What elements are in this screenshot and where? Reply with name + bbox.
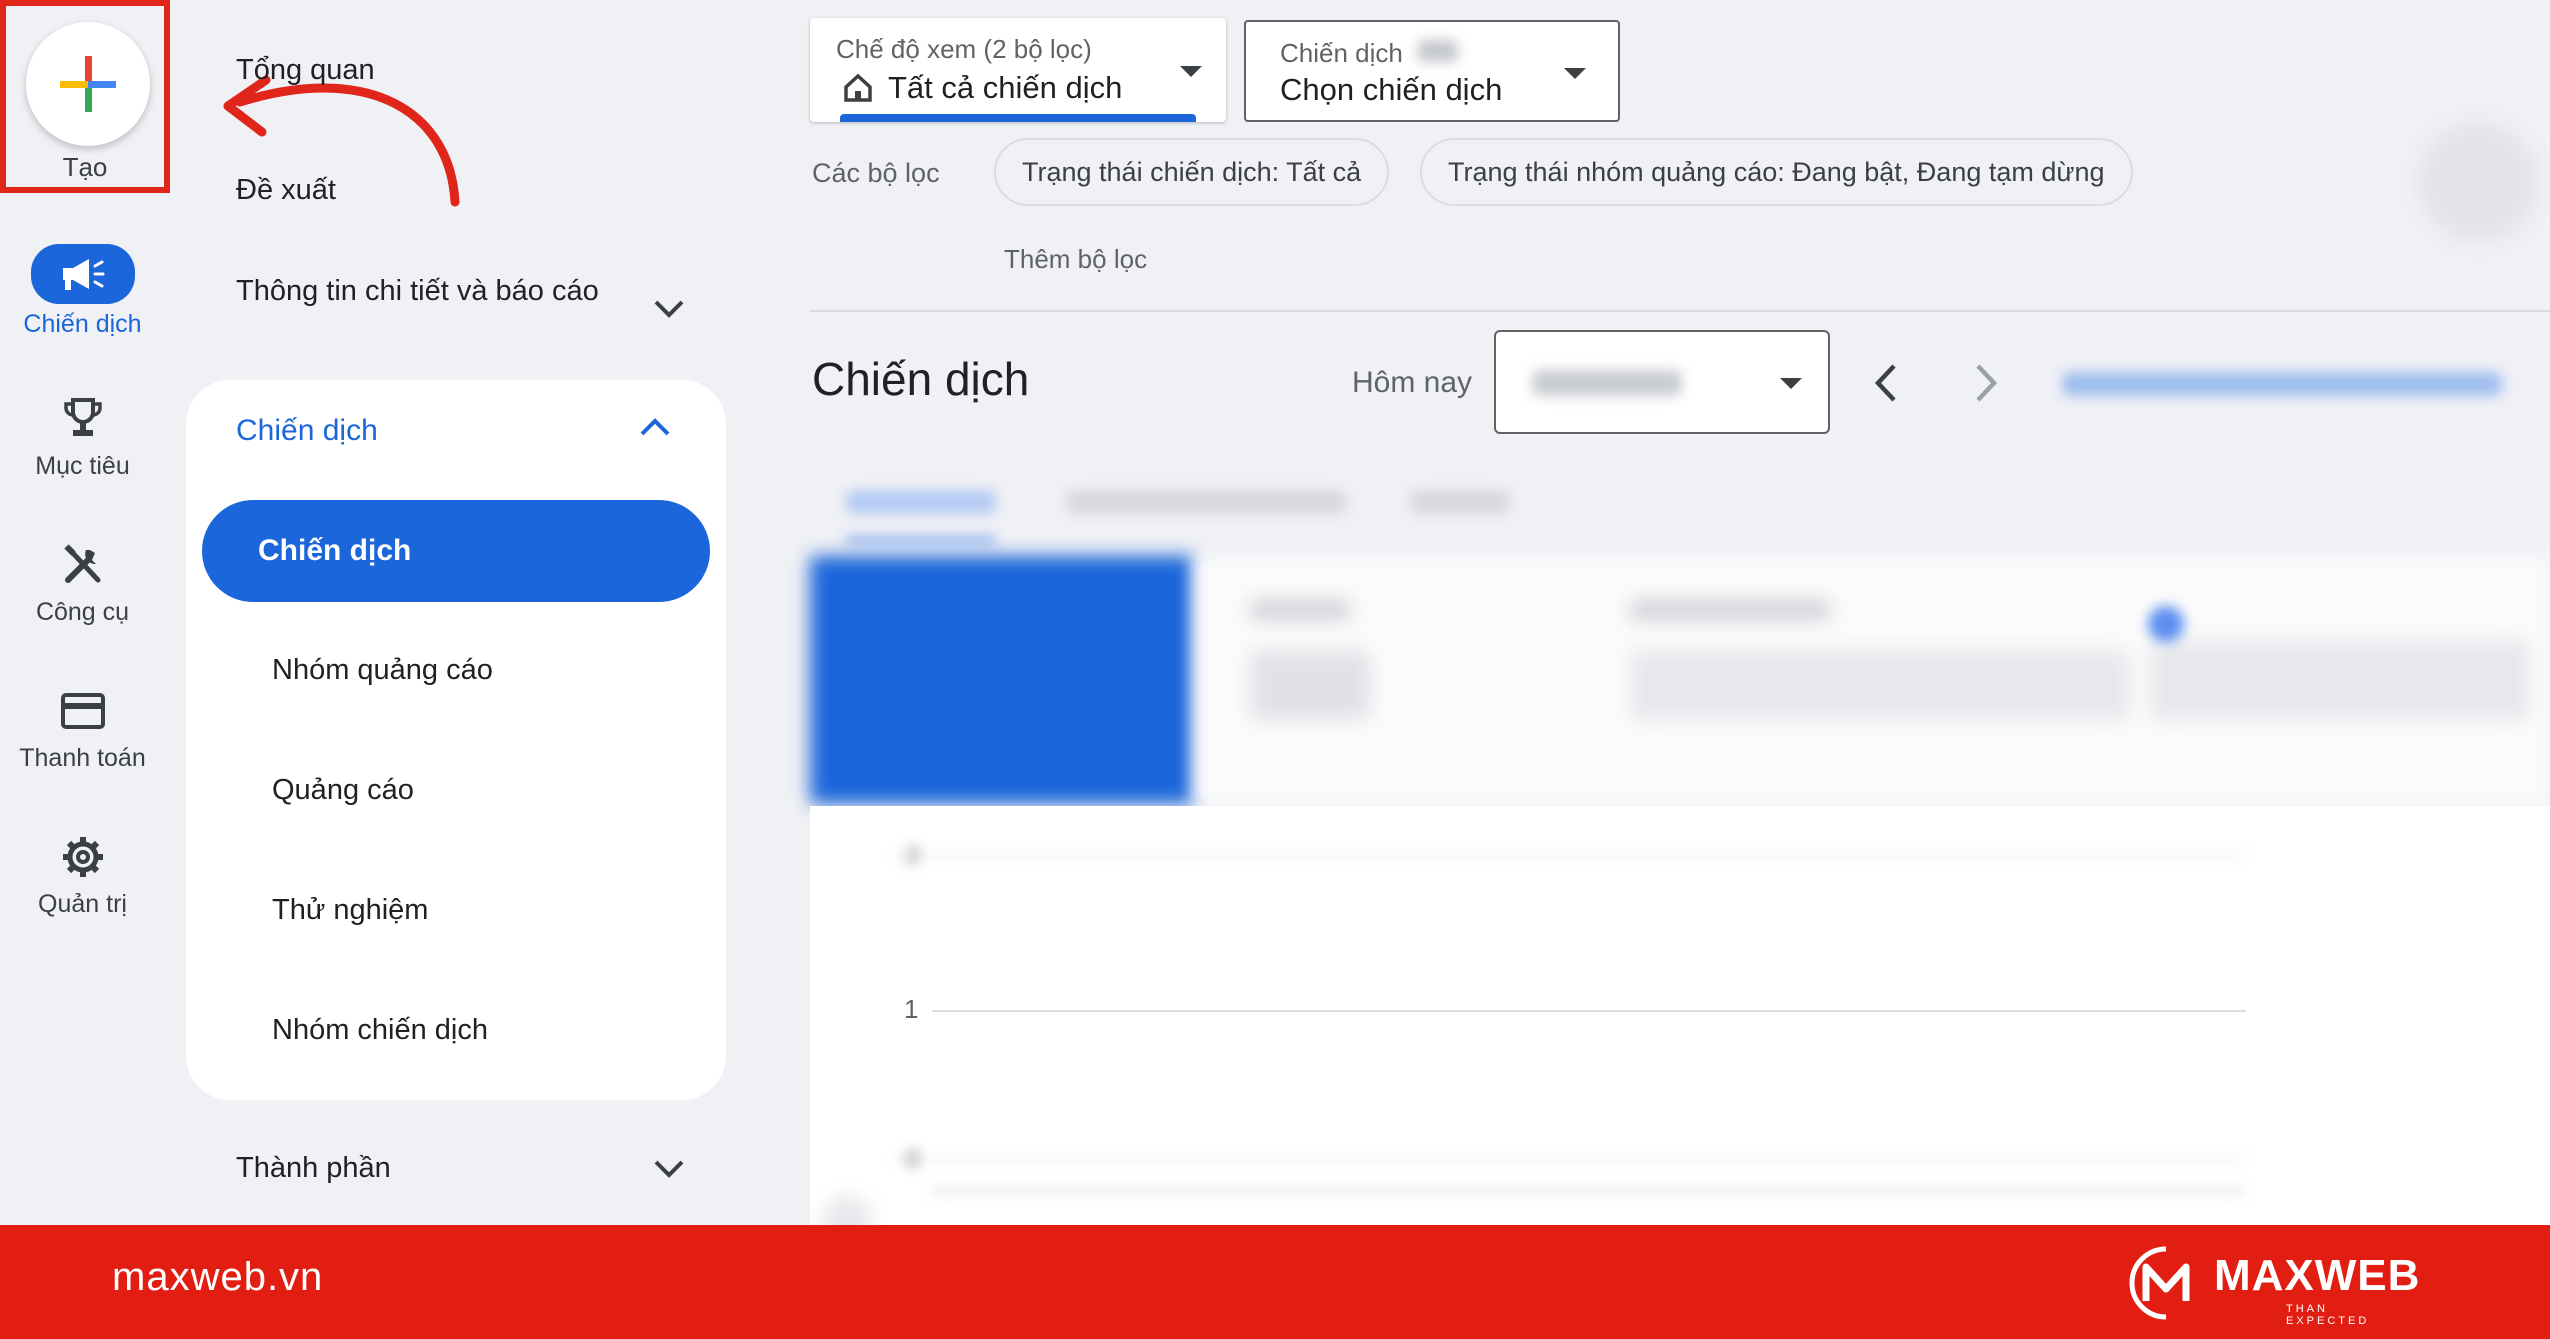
nav-item-insights[interactable]: Thông tin chi tiết và báo cáo [236, 270, 626, 312]
campaign-picker[interactable]: Chiến dịch Chọn chiến dịch [1244, 20, 1620, 122]
dropdown-arrow-icon [1564, 68, 1586, 79]
secondary-nav: Tổng quan Đề xuất Thông tin chi tiết và … [186, 0, 746, 1225]
rail-item-label: Công cụ [35, 598, 130, 626]
y-tick-label: 0 [906, 1146, 920, 1173]
redacted-value [1630, 650, 2130, 720]
rail-item-label: Chiến dịch [23, 310, 142, 338]
create-button[interactable] [26, 22, 150, 146]
footer-banner: maxweb.vn MAXWEB THAN EXPECTED [0, 1225, 2550, 1339]
dropdown-arrow-icon [1180, 66, 1202, 77]
nav-subitem-campaign-groups[interactable]: Nhóm chiến dịch [272, 1014, 488, 1047]
scorecard-selected[interactable] [810, 556, 1194, 804]
rail-item-goals[interactable]: Mục tiêu [0, 392, 165, 481]
rail-item-campaigns[interactable]: Chiến dịch [0, 244, 165, 339]
gear-icon [50, 830, 116, 884]
campaigns-group-card: Chiến dịch Chiến dịch Nhóm quảng cáo Quả… [186, 380, 726, 1100]
create-label: Tạo [62, 152, 108, 182]
filter-chip-adgroup-status[interactable]: Trạng thái nhóm quảng cáo: Đang bật, Đan… [1420, 138, 2133, 206]
tools-icon [50, 538, 116, 592]
view-mode-caption: Chế độ xem (2 bộ lọc) [836, 34, 1092, 64]
maxweb-logo-icon [2129, 1246, 2190, 1320]
create-highlight-box: Tạo [0, 0, 170, 193]
y-tick-label: 2 [906, 842, 920, 869]
view-mode-value: Tất cả chiến dịch [888, 70, 1123, 105]
campaign-picker-value: Chọn chiến dịch [1280, 72, 1503, 107]
metric-toggle-dot[interactable] [2148, 606, 2184, 642]
rail-item-label: Mục tiêu [35, 452, 130, 480]
main-content: Chế độ xem (2 bộ lọc) Tất cả chiến dịch … [810, 0, 2550, 1246]
chevron-right-icon[interactable] [1972, 362, 2002, 404]
nav-item-assets[interactable]: Thành phần [236, 1152, 391, 1185]
tab-conversions[interactable] [1066, 490, 1346, 514]
brand-logo: MAXWEB THAN EXPECTED [2126, 1241, 2419, 1327]
nav-rail: Tạo Chiến dịch Mục tiêu Công cụ Thanh to… [0, 0, 170, 1225]
nav-group-campaigns[interactable]: Chiến dịch [236, 414, 378, 448]
redacted-value [1418, 40, 1458, 62]
rail-item-tools[interactable]: Công cụ [0, 538, 165, 627]
x-axis [930, 1188, 2246, 1194]
rail-item-label: Thanh toán [19, 744, 146, 772]
nav-subitem-campaigns[interactable]: Chiến dịch [202, 500, 710, 602]
redacted-value [2150, 640, 2530, 720]
redacted-value [1532, 370, 1682, 396]
credit-card-icon [50, 684, 116, 738]
active-tab-underline [846, 536, 996, 544]
tab-settings[interactable] [1410, 490, 1510, 514]
add-filter-link[interactable]: Thêm bộ lọc [1004, 244, 1147, 275]
campaign-picker-caption: Chiến dịch [1280, 38, 1403, 68]
trophy-icon [50, 392, 116, 446]
divider [810, 310, 2550, 312]
rail-item-admin[interactable]: Quản trị [0, 830, 165, 919]
nav-subitem-ad-groups[interactable]: Nhóm quảng cáo [272, 654, 493, 687]
filters-label: Các bộ lọc [812, 158, 940, 188]
date-range-selector[interactable] [1494, 330, 1830, 434]
nav-subitem-ads[interactable]: Quảng cáo [272, 774, 414, 807]
date-range-label: Hôm nay [1352, 366, 1473, 399]
megaphone-icon [30, 244, 135, 304]
chevron-down-icon[interactable] [652, 1158, 686, 1180]
home-icon [844, 73, 872, 102]
nav-subitem-experiments[interactable]: Thử nghiệm [272, 894, 428, 927]
site-url: maxweb.vn [112, 1255, 324, 1299]
gridline [932, 1010, 2246, 1012]
nav-item-overview[interactable]: Tổng quan [236, 54, 375, 87]
rail-item-billing[interactable]: Thanh toán [0, 684, 165, 773]
avatar[interactable] [2418, 122, 2538, 242]
chevron-up-icon[interactable] [638, 416, 672, 438]
view-mode-selector[interactable]: Chế độ xem (2 bộ lọc) Tất cả chiến dịch [810, 18, 1226, 122]
gridline [894, 854, 2246, 856]
dropdown-arrow-icon [1780, 378, 1802, 389]
redacted-link[interactable] [2062, 372, 2502, 396]
tab-campaigns[interactable] [846, 490, 996, 514]
redacted-value [1630, 600, 1830, 620]
gridline [894, 1158, 2246, 1160]
nav-item-recommendations[interactable]: Đề xuất [236, 174, 336, 207]
page-title: Chiến dịch [812, 353, 1030, 405]
chevron-down-icon[interactable] [652, 298, 686, 320]
brand-tagline: THAN EXPECTED [2286, 1303, 2370, 1327]
redacted-value [1250, 600, 1350, 620]
y-tick-label: 1 [904, 994, 919, 1024]
brand-name: MAXWEB [2214, 1251, 2421, 1300]
plus-icon [60, 56, 116, 112]
chart-area: 2 1 0 [810, 806, 2550, 1246]
rail-item-label: Quản trị [38, 890, 127, 918]
redacted-value [1250, 650, 1370, 720]
filter-chip-campaign-status[interactable]: Trạng thái chiến dịch: Tất cả [994, 138, 1390, 206]
active-underline [840, 114, 1196, 122]
chevron-left-icon[interactable] [1870, 362, 1900, 404]
